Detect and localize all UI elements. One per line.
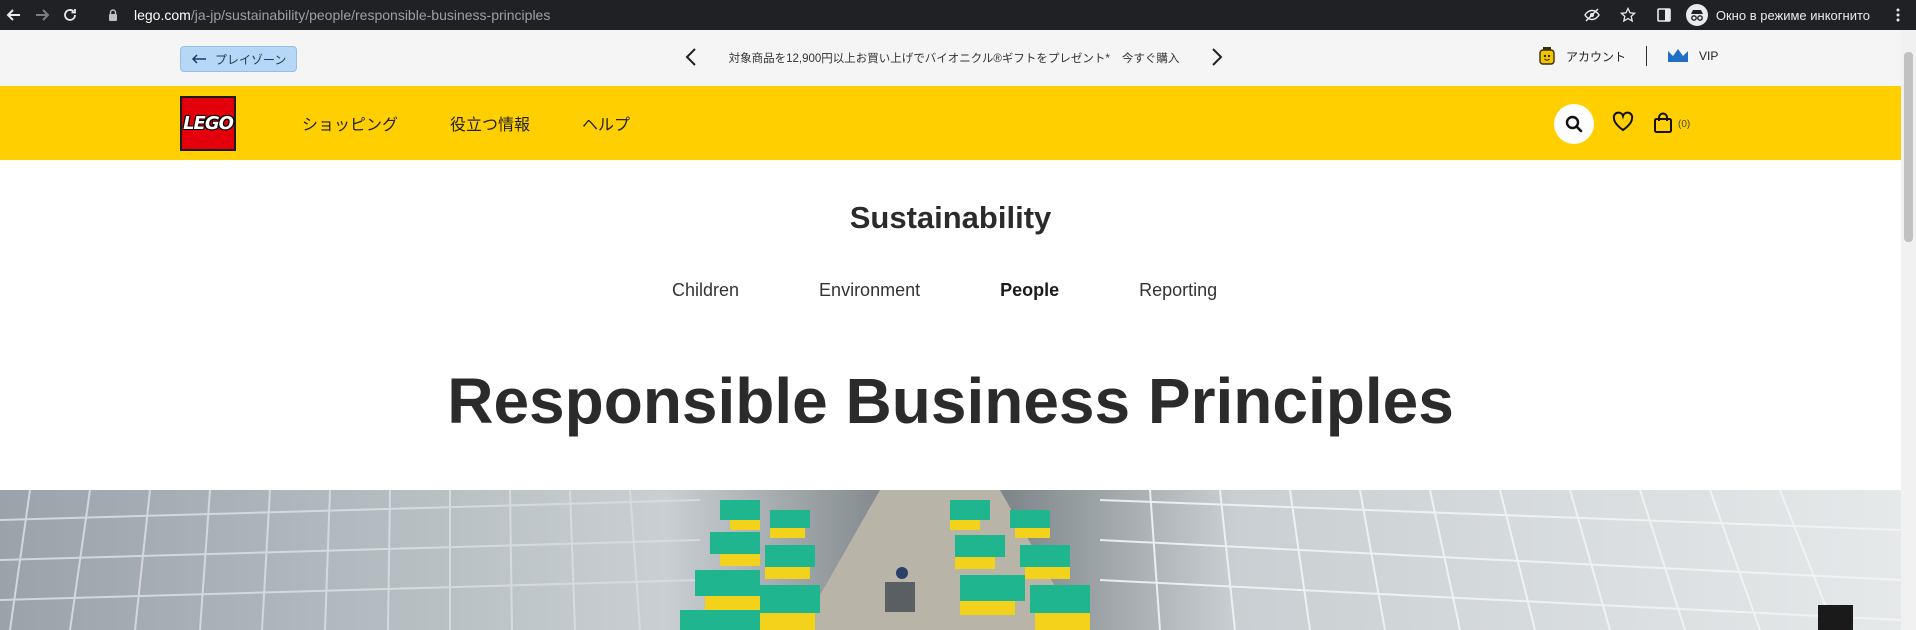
- subnav-environment[interactable]: Environment: [819, 280, 920, 301]
- account-label: アカウント: [1566, 49, 1627, 64]
- factory-illustration: [0, 490, 1901, 630]
- playzone-button[interactable]: プレイゾーン: [180, 46, 298, 72]
- nav-shopping[interactable]: ショッピング: [302, 111, 398, 135]
- vip-link[interactable]: VIP: [1667, 48, 1718, 64]
- browser-toolbar: lego.com/ja-jp/sustainability/people/res…: [0, 0, 1916, 30]
- chevron-left-icon[interactable]: [684, 47, 698, 70]
- search-button[interactable]: [1554, 104, 1594, 144]
- main-navigation: LEGO ショッピング 役立つ情報 ヘルプ (0): [0, 86, 1901, 160]
- account-icon: [1539, 47, 1555, 65]
- nav-useful-info[interactable]: 役立つ情報: [450, 111, 530, 135]
- hero-factory-image: [0, 490, 1901, 630]
- sustainability-subnav: Children Environment People Reporting: [672, 280, 1217, 301]
- url-path: /ja-jp/sustainability/people/responsible…: [190, 7, 551, 23]
- eye-off-icon[interactable]: [1574, 0, 1610, 30]
- back-arrow-icon[interactable]: [0, 0, 28, 30]
- menu-dots-icon[interactable]: [1880, 0, 1916, 30]
- page-heading: Responsible Business Principles: [447, 365, 1454, 437]
- scrollbar-thumb[interactable]: [1904, 52, 1913, 242]
- lock-icon: [109, 9, 117, 21]
- divider: [1646, 46, 1648, 66]
- left-arrow-icon: [191, 54, 206, 64]
- playzone-label: プレイゾーン: [215, 52, 287, 67]
- incognito-indicator[interactable]: Окно в режиме инкогнито: [1682, 4, 1880, 26]
- sidepanel-icon[interactable]: [1646, 0, 1682, 30]
- search-icon: [1565, 115, 1583, 133]
- forward-arrow-icon[interactable]: [28, 0, 56, 30]
- promo-link[interactable]: 今すぐ購入: [1122, 50, 1180, 66]
- cart-button[interactable]: (0): [1652, 112, 1690, 137]
- incognito-icon: [1685, 4, 1708, 26]
- logo-text: LEGO: [183, 113, 234, 134]
- incognito-label: Окно в режиме инкогнито: [1715, 7, 1870, 23]
- address-bar[interactable]: lego.com/ja-jp/sustainability/people/res…: [106, 3, 1566, 27]
- bag-icon: [1652, 112, 1674, 137]
- vip-icon: [1668, 49, 1689, 62]
- page-scrollbar[interactable]: [1901, 30, 1916, 630]
- promo-banner: 対象商品を12,900円以上お買い上げでバイオニクル®ギフトをプレゼント* 今す…: [684, 44, 1224, 72]
- promo-text: 対象商品を12,900円以上お買い上げでバイオニクル®ギフトをプレゼント*: [728, 53, 1110, 65]
- reload-icon[interactable]: [56, 0, 84, 30]
- subnav-people[interactable]: People: [1000, 280, 1059, 301]
- lego-logo[interactable]: LEGO: [180, 96, 236, 151]
- nav-help[interactable]: ヘルプ: [582, 111, 630, 135]
- utility-bar: プレイゾーン 対象商品を12,900円以上お買い上げでバイオニクル®ギフトをプレ…: [0, 30, 1901, 86]
- url-host: lego.com: [134, 7, 191, 23]
- cart-count: (0): [1678, 118, 1691, 130]
- star-icon[interactable]: [1610, 0, 1646, 30]
- account-link[interactable]: アカウント: [1538, 46, 1626, 66]
- subnav-children[interactable]: Children: [672, 280, 739, 301]
- section-title[interactable]: Sustainability: [0, 200, 1901, 236]
- subnav-reporting[interactable]: Reporting: [1139, 280, 1217, 301]
- chevron-right-icon[interactable]: [1210, 47, 1224, 70]
- vip-label: VIP: [1699, 49, 1719, 63]
- heart-icon[interactable]: [1612, 111, 1634, 138]
